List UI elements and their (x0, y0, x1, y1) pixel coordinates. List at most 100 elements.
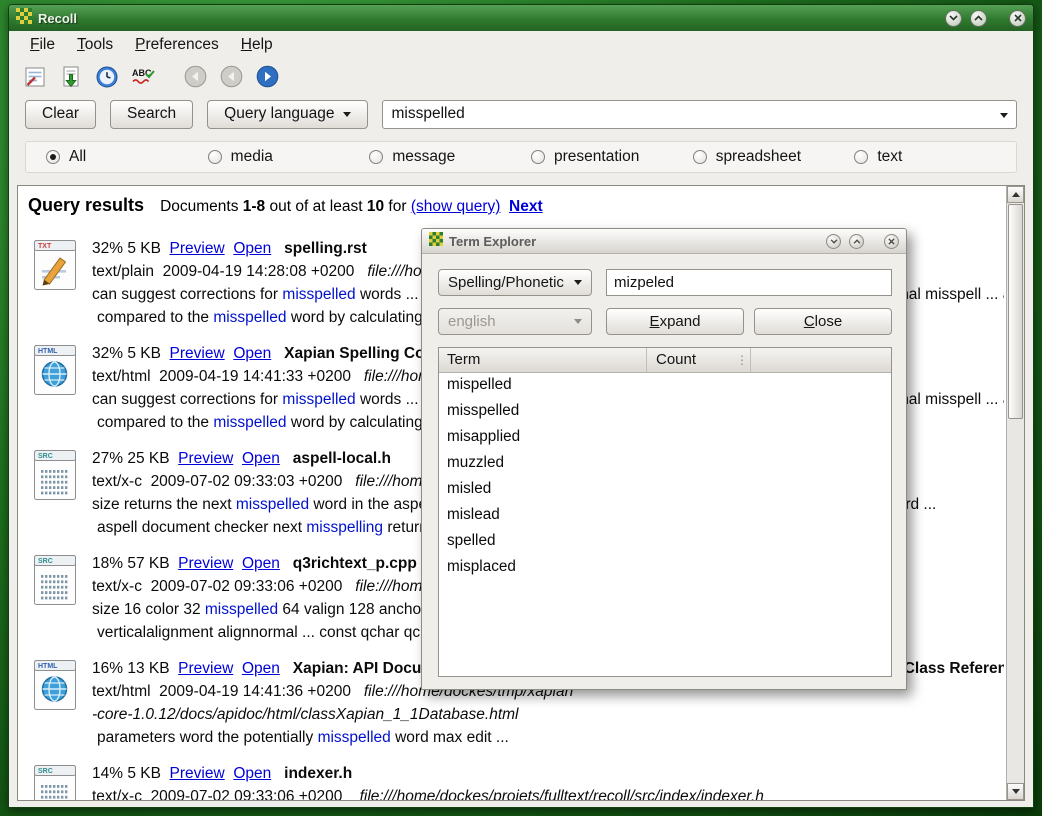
expand-button[interactable]: Expand (606, 308, 744, 335)
language-dropdown[interactable]: english (438, 308, 592, 335)
shade-button[interactable] (826, 234, 841, 249)
window-titlebar[interactable]: Recoll (9, 5, 1033, 31)
filter-radio-media[interactable]: media (208, 148, 370, 166)
radio-icon[interactable] (531, 150, 545, 164)
close-button[interactable] (884, 234, 899, 249)
doc-icon-html: HTML (18, 342, 92, 434)
term-row[interactable]: misplaced (439, 555, 891, 581)
open-link[interactable]: Open (242, 555, 280, 572)
chevron-down-icon[interactable] (1000, 113, 1008, 118)
chevron-down-icon (574, 319, 582, 324)
term-row[interactable]: misled (439, 477, 891, 503)
svg-text:HTML: HTML (38, 348, 58, 355)
radio-icon[interactable] (46, 150, 60, 164)
radio-icon[interactable] (208, 150, 222, 164)
term-row[interactable]: mislead (439, 503, 891, 529)
term-explorer-button[interactable]: ABC (129, 63, 156, 90)
close-button[interactable] (1009, 10, 1026, 27)
term-rows: mispelledmisspelledmisappliedmuzzledmisl… (439, 373, 891, 581)
filter-label: presentation (554, 148, 639, 166)
text-segment: can suggest corrections for (92, 286, 282, 303)
term-table-header: Term Count ⋮ (439, 348, 891, 373)
text-segment: misspelled (236, 496, 309, 513)
open-link[interactable]: Open (233, 240, 271, 257)
text-segment: can suggest corrections for (92, 391, 282, 408)
term-column-header[interactable]: Term (439, 348, 647, 372)
term-row[interactable]: muzzled (439, 451, 891, 477)
text-segment: file:///home/dockes/projets/fulltext/rec… (360, 788, 764, 800)
filter-radio-message[interactable]: message (369, 148, 531, 166)
text-segment: misspelled (282, 391, 355, 408)
triangle-up-icon (1012, 192, 1020, 197)
term-row[interactable]: spelled (439, 529, 891, 555)
maximize-button[interactable] (970, 10, 987, 27)
menu-help[interactable]: Help (230, 33, 284, 57)
term-input[interactable] (606, 269, 892, 296)
preview-link[interactable]: Preview (178, 660, 233, 677)
filter-radio-all[interactable]: All (46, 148, 208, 166)
open-link[interactable]: Open (233, 345, 271, 362)
text-segment: 18% 57 KB (92, 555, 178, 572)
next-link[interactable]: Next (509, 198, 543, 215)
clear-button[interactable]: Clear (25, 100, 96, 129)
search-entry-combo[interactable] (382, 100, 1017, 129)
menu-tools[interactable]: Tools (66, 33, 124, 57)
preview-link[interactable]: Preview (170, 765, 225, 782)
filter-label: spreadsheet (716, 148, 801, 166)
text-segment (280, 450, 293, 467)
radio-icon[interactable] (693, 150, 707, 164)
expansion-mode-dropdown[interactable]: Spelling/Phonetic (438, 269, 592, 296)
recoll-logo-icon (429, 232, 443, 251)
previous-page-button[interactable] (218, 63, 245, 90)
expansion-mode-value: Spelling/Phonetic (448, 274, 564, 291)
scroll-up-button[interactable] (1007, 186, 1024, 203)
filter-label: message (392, 148, 455, 166)
open-link[interactable]: Open (233, 765, 271, 782)
results-header: Query results Documents 1-8 out of at le… (18, 186, 1024, 216)
filter-label: media (231, 148, 273, 166)
preview-link[interactable]: Preview (170, 240, 225, 257)
clear-search-button[interactable] (21, 63, 48, 90)
scrollbar-thumb[interactable] (1008, 204, 1023, 419)
results-title: Query results (28, 195, 144, 216)
term-row[interactable]: misspelled (439, 399, 891, 425)
maximize-button[interactable] (849, 234, 864, 249)
open-link[interactable]: Open (242, 660, 280, 677)
scroll-down-button[interactable] (1007, 783, 1024, 800)
search-button[interactable]: Search (110, 100, 193, 129)
doc-icon-src: SRC (18, 447, 92, 539)
radio-icon[interactable] (854, 150, 868, 164)
term-row[interactable]: misapplied (439, 425, 891, 451)
shade-button[interactable] (945, 10, 962, 27)
term-row[interactable]: mispelled (439, 373, 891, 399)
text-segment (271, 240, 284, 257)
arrow-left-disabled-icon (184, 65, 207, 88)
doc-history-button[interactable] (93, 63, 120, 90)
filter-radio-text[interactable]: text (854, 148, 1016, 166)
open-link[interactable]: Open (242, 450, 280, 467)
filter-radio-presentation[interactable]: presentation (531, 148, 693, 166)
filter-radio-spreadsheet[interactable]: spreadsheet (693, 148, 855, 166)
next-page-button[interactable] (254, 63, 281, 90)
text-segment: misspelled (282, 286, 355, 303)
menu-preferences[interactable]: Preferences (124, 33, 230, 57)
text-segment (233, 660, 242, 677)
menu-file[interactable]: File (19, 33, 66, 57)
update-index-button[interactable] (57, 63, 84, 90)
close-dialog-button[interactable]: Close (754, 308, 892, 335)
results-scrollbar[interactable] (1006, 186, 1024, 800)
text-segment: 32% 5 KB (92, 345, 170, 362)
count-column-header[interactable]: Count ⋮ (647, 348, 751, 372)
preview-link[interactable]: Preview (178, 555, 233, 572)
text-segment: 16% 13 KB (92, 660, 178, 677)
radio-icon[interactable] (369, 150, 383, 164)
search-row: Clear Search Query language (9, 95, 1033, 133)
show-query-link[interactable]: (show query) (411, 198, 501, 215)
first-page-button[interactable] (182, 63, 209, 90)
results-summary: Documents 1-8 out of at least 10 for (sh… (160, 198, 543, 216)
dialog-titlebar[interactable]: Term Explorer (422, 229, 906, 254)
search-input[interactable] (383, 105, 1016, 123)
preview-link[interactable]: Preview (178, 450, 233, 467)
query-language-dropdown[interactable]: Query language (207, 100, 368, 129)
preview-link[interactable]: Preview (170, 345, 225, 362)
